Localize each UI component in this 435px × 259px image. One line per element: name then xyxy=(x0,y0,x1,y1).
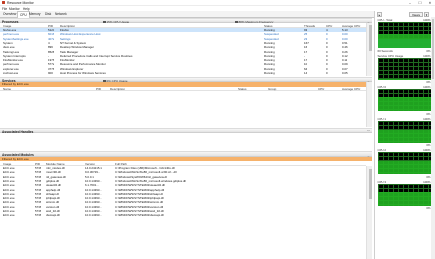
col-description[interactable]: Description xyxy=(110,87,125,91)
cell-average-cpu: 0.05 xyxy=(342,71,348,76)
details-pane: Processes 15% CPU Usage 88% Maximum Freq… xyxy=(0,17,372,259)
cpu-graph xyxy=(377,89,431,111)
col-pid[interactable]: PID xyxy=(96,87,101,91)
cell-pid: 5736 xyxy=(35,213,42,218)
table-row[interactable]: svchost.exe 900 Host Process for Windows S… xyxy=(0,71,366,75)
graph-min: 0% xyxy=(426,206,431,210)
cpu-graph xyxy=(377,120,431,143)
usage-area xyxy=(377,33,431,48)
scroll-thumb[interactable] xyxy=(368,168,372,199)
cell-image: ECC.exe xyxy=(3,213,15,218)
cpu-graph xyxy=(377,22,431,48)
usage-area xyxy=(377,129,431,143)
graph-footer: 0% xyxy=(378,111,431,116)
col-group[interactable]: Group xyxy=(268,87,276,91)
cell-full-path: C:\WINDOWS\SYSTEM32\dwmapi.dll xyxy=(115,213,164,218)
col-name[interactable]: Name xyxy=(3,87,11,91)
scroll-thumb[interactable] xyxy=(431,19,435,79)
cell-status: Running xyxy=(264,71,275,76)
views-dropdown-icon[interactable]: ▾ xyxy=(424,12,429,17)
views-button[interactable]: Views xyxy=(409,12,423,17)
app-icon xyxy=(2,1,5,5)
cell-image: svchost.exe xyxy=(3,71,19,76)
services-scrollbar[interactable] xyxy=(366,82,372,127)
handles-spacer xyxy=(0,133,372,138)
graph-footer: 0% xyxy=(378,206,431,210)
cell-version: 10.0.14393... xyxy=(85,213,102,218)
table-row[interactable]: ECC.exe 5736 dwmapi.dll 10.0.14393... C:\WIN… xyxy=(0,213,366,217)
col-cpu[interactable]: CPU xyxy=(318,87,324,91)
cell-threads: 14 xyxy=(304,71,308,76)
graph-min: 0% xyxy=(426,143,431,147)
graphs-pane: ▸ Views ▾ CPU - Total 100% 60 Seconds 0% Ser… xyxy=(374,11,435,259)
cell-description: Host Process for Windows Services xyxy=(60,71,106,76)
scroll-thumb[interactable] xyxy=(368,25,372,51)
graph-min: 0% xyxy=(426,111,431,116)
graph-footer: 0% xyxy=(378,174,431,179)
cpu-graph xyxy=(377,152,431,174)
col-status[interactable]: Status xyxy=(238,87,247,91)
graph-footer: 0% xyxy=(378,80,431,84)
graph-footer: 60 Seconds 0% xyxy=(378,49,431,53)
graph-footer: 0% xyxy=(378,143,431,147)
window-title: Resource Monitor xyxy=(7,1,34,6)
processes-scrollbar[interactable] xyxy=(366,23,372,76)
graph-grid xyxy=(377,57,431,80)
cpu-graph xyxy=(377,57,431,80)
collapse-graphs-button[interactable]: ▸ xyxy=(377,12,382,17)
usage-area xyxy=(377,191,431,206)
graph-time: 60 Seconds xyxy=(377,48,393,53)
cell-module-name: dwmapi.dll xyxy=(46,213,60,218)
graphs-scrollbar[interactable] xyxy=(431,17,435,259)
usage-area xyxy=(377,96,431,111)
services-column-header: Name PID Description Status Group CPU Av… xyxy=(0,86,366,91)
cpu-graph xyxy=(377,183,431,206)
resource-monitor-window: Resource Monitor – ☐ ✕ File Monitor Help… xyxy=(0,0,435,259)
graph-min: 0% xyxy=(426,174,431,179)
cell-pid: 900 xyxy=(48,71,53,76)
cell-cpu: 0 xyxy=(326,71,328,76)
graphs-toolbar: ▸ Views ▾ xyxy=(377,12,435,17)
usage-area xyxy=(377,160,431,174)
graph-min: 0% xyxy=(426,80,431,84)
col-average-cpu[interactable]: Average CPU xyxy=(342,87,360,91)
graph-min: 0% xyxy=(426,48,431,53)
modules-scrollbar[interactable] xyxy=(366,165,372,259)
